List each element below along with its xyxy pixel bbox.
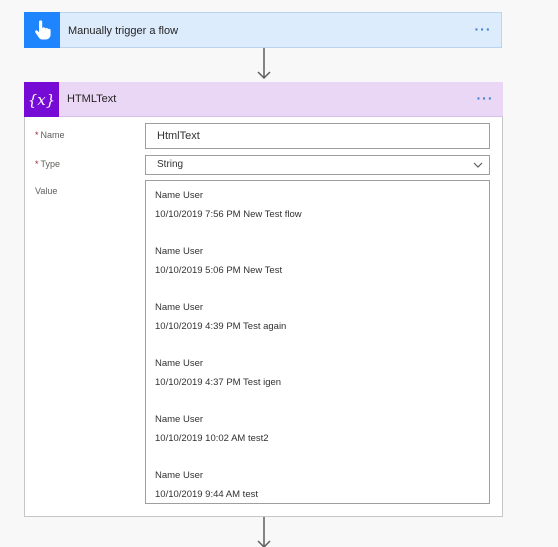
trigger-more-options-button[interactable]: ···	[473, 21, 493, 39]
value-line: Name User	[155, 302, 204, 313]
flow-canvas: Manually trigger a flow ··· {x} HTMLText…	[0, 0, 558, 547]
variable-more-options-button[interactable]: ···	[475, 90, 495, 108]
value-line: Name User	[155, 358, 204, 369]
value-line	[155, 224, 480, 242]
value-line: 10/10/2019 7:56 PM New Test flow	[155, 209, 302, 220]
value-line: 10/10/2019 9:44 AM test	[155, 489, 258, 500]
value-line	[155, 280, 480, 298]
connector-arrow-icon	[257, 517, 271, 547]
hand-touch-icon	[24, 12, 60, 48]
chevron-down-icon	[473, 162, 483, 168]
variable-x-icon: {x}	[24, 82, 59, 117]
required-marker: *	[35, 130, 39, 140]
name-label: * Name	[35, 130, 65, 140]
value-line: Name User	[155, 190, 204, 201]
value-line: Name User	[155, 414, 204, 425]
type-label: * Type	[35, 159, 60, 169]
value-line: 10/10/2019 4:37 PM Test igen	[155, 377, 282, 388]
variable-card-header[interactable]: {x} HTMLText ···	[24, 82, 503, 117]
value-line: 10/10/2019 4:39 PM Test again	[155, 321, 287, 332]
variable-card-title: HTMLText	[67, 93, 117, 105]
value-line	[155, 392, 480, 410]
value-line: Name User	[155, 470, 204, 481]
trigger-card[interactable]: Manually trigger a flow ···	[24, 12, 502, 48]
name-input[interactable]: HtmlText	[145, 123, 490, 149]
value-line: Name User	[155, 246, 204, 257]
value-line	[155, 336, 480, 354]
connector-arrow-icon	[257, 48, 271, 80]
value-line: 10/10/2019 5:06 PM New Test	[155, 265, 283, 276]
type-select[interactable]: String	[145, 155, 490, 175]
type-label-text: Type	[40, 159, 61, 169]
name-label-text: Name	[40, 130, 65, 140]
value-textarea[interactable]: Name User 10/10/2019 7:56 PM New Test fl…	[145, 180, 490, 504]
type-select-value: String	[157, 159, 184, 170]
value-line	[155, 448, 480, 466]
value-label: Value	[35, 186, 58, 196]
variable-action-card: {x} HTMLText ··· * Name HtmlText * Type St…	[24, 82, 503, 517]
trigger-title: Manually trigger a flow	[68, 25, 179, 37]
value-line: 10/10/2019 10:02 AM test2	[155, 433, 269, 444]
required-marker: *	[35, 159, 39, 169]
